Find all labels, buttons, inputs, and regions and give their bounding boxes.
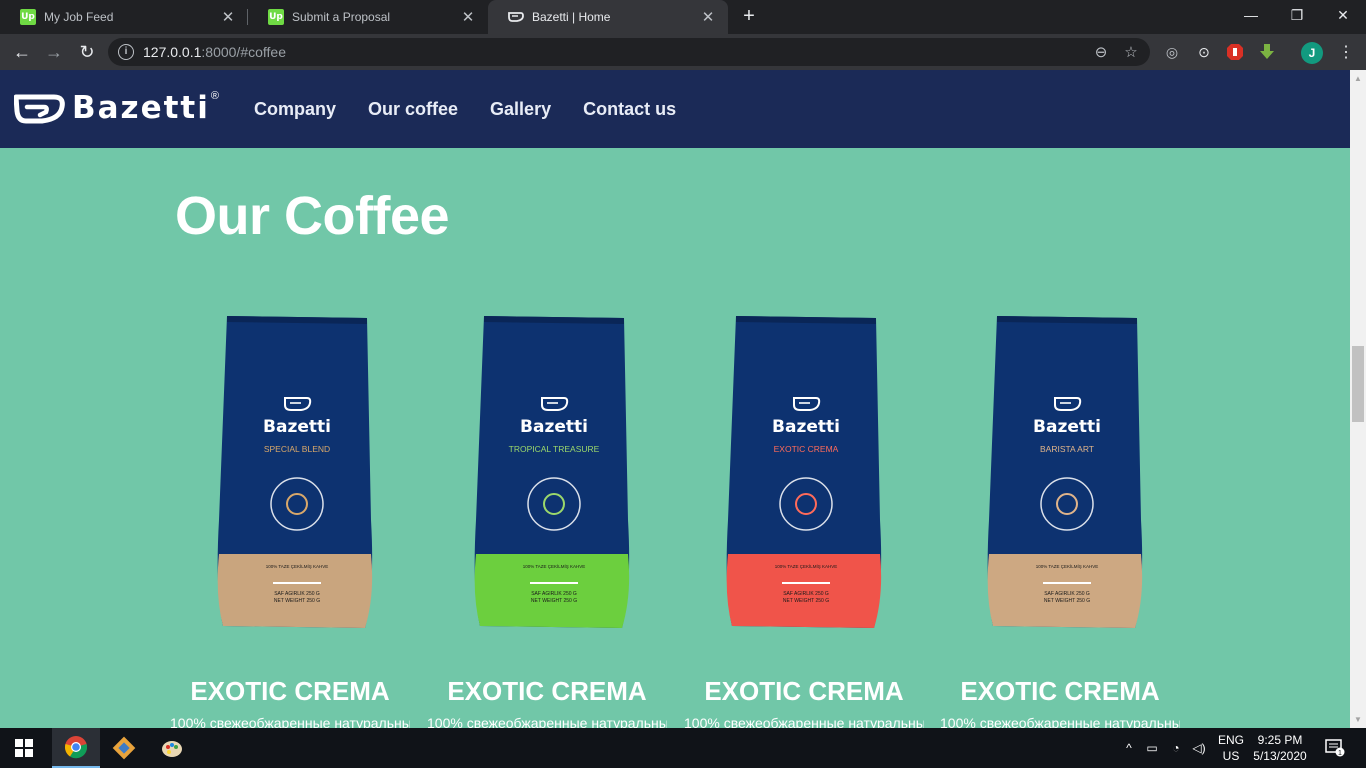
clock-time: 9:25 PM	[1257, 733, 1303, 747]
clock-date: 5/13/2020	[1253, 749, 1307, 763]
extension-link-icon[interactable]: ⊙	[1194, 43, 1214, 61]
svg-text:100% TAZE ÇEKİLMİŞ KAHVE: 100% TAZE ÇEKİLMİŞ KAHVE	[266, 563, 329, 569]
svg-text:100% TAZE ÇEKİLMİŞ KAHVE: 100% TAZE ÇEKİLMİŞ KAHVE	[1036, 563, 1099, 569]
taskbar-chrome[interactable]	[52, 728, 100, 768]
reload-icon[interactable]: ↻	[75, 40, 99, 64]
git-icon	[112, 736, 136, 760]
new-tab-button[interactable]: +	[737, 4, 761, 28]
close-tab-icon[interactable]: ✕	[220, 8, 236, 26]
tab-title: Bazetti | Home	[532, 10, 611, 24]
scrollbar-thumb[interactable]	[1352, 346, 1364, 422]
product-name: EXOTIC CREMA	[960, 676, 1160, 706]
svg-text:NET WEIGHT 250 G: NET WEIGHT 250 G	[783, 598, 829, 604]
svg-text:SPECIAL BLEND: SPECIAL BLEND	[264, 444, 330, 454]
scroll-up-icon[interactable]: ▲	[1350, 74, 1366, 83]
close-tab-icon[interactable]: ✕	[460, 8, 476, 26]
close-window-icon[interactable]: ✕	[1320, 0, 1366, 30]
bazetti-icon	[508, 12, 524, 22]
tab-my-job-feed[interactable]: Up My Job Feed ✕	[0, 0, 248, 34]
svg-text:Bazetti: Bazetti	[520, 417, 588, 437]
notifications-icon[interactable]: 1	[1320, 728, 1350, 768]
main-nav: Company Our coffee Gallery Contact us	[254, 99, 676, 120]
forward-icon[interactable]: →	[42, 40, 66, 64]
svg-text:SAF AGIRLIK 250 G: SAF AGIRLIK 250 G	[274, 591, 320, 597]
coffee-bag-image: Bazetti EXOTIC CREMA 100% TAZE ÇEKİLMİŞ KA…	[726, 316, 882, 628]
menu-icon[interactable]: ⋮	[1336, 42, 1356, 64]
back-icon[interactable]: ←	[10, 40, 34, 64]
coffee-bag-image: Bazetti SPECIAL BLEND 100% TAZE ÇEKİLMİŞ K…	[217, 316, 373, 628]
input-language[interactable]: ENG US	[1214, 732, 1248, 764]
tab-title: My Job Feed	[44, 10, 114, 24]
svg-text:SAF AGIRLIK 250 G: SAF AGIRLIK 250 G	[531, 591, 577, 597]
tab-submit-proposal[interactable]: Up Submit a Proposal ✕	[248, 0, 488, 34]
bazetti-logo-icon	[14, 94, 65, 124]
wifi-icon[interactable]: ◔	[1167, 728, 1185, 768]
windows-logo-icon	[15, 739, 33, 757]
svg-text:TROPICAL TREASURE: TROPICAL TREASURE	[509, 444, 600, 454]
paint-icon	[162, 741, 182, 757]
product-name: EXOTIC CREMA	[704, 676, 904, 706]
site-info-icon[interactable]: i	[118, 44, 134, 60]
close-tab-icon[interactable]: ✕	[700, 8, 716, 26]
windows-taskbar: ^ ▭ ◔ ◁) ENG US 9:25 PM 5/13/2020 1	[0, 728, 1366, 768]
svg-text:Bazetti: Bazetti	[1033, 417, 1101, 437]
registered-mark: ®	[210, 90, 219, 102]
tray-chevron-icon[interactable]: ^	[1120, 728, 1138, 768]
tab-strip: Up My Job Feed ✕ Up Submit a Proposal ✕ …	[0, 0, 1366, 34]
logo-text: Bazetti	[72, 90, 210, 126]
svg-text:EXOTIC CREMA: EXOTIC CREMA	[774, 444, 839, 454]
upwork-icon: Up	[20, 9, 36, 25]
product-description: 100% свежеобжаренные натуральные	[170, 715, 410, 728]
taskbar-paint[interactable]	[148, 728, 196, 768]
zoom-icon[interactable]: ⊖	[1090, 43, 1112, 61]
bookmark-star-icon[interactable]: ☆	[1120, 43, 1142, 61]
upwork-icon: Up	[268, 9, 284, 25]
system-clock[interactable]: 9:25 PM 5/13/2020	[1250, 732, 1310, 764]
nav-gallery[interactable]: Gallery	[490, 99, 551, 120]
extension-download-icon[interactable]	[1257, 43, 1277, 61]
profile-avatar[interactable]: J	[1301, 42, 1323, 64]
svg-text:100% TAZE ÇEKİLMİŞ KAHVE: 100% TAZE ÇEKİLMİŞ KAHVE	[775, 563, 838, 569]
product-name: EXOTIC CREMA	[190, 676, 390, 706]
restore-icon[interactable]: ❐	[1274, 0, 1320, 30]
start-button[interactable]	[0, 728, 48, 768]
product-name: EXOTIC CREMA	[447, 676, 647, 706]
page-scrollbar[interactable]: ▲ ▼	[1350, 70, 1366, 728]
chrome-icon	[64, 736, 88, 759]
url-text[interactable]: 127.0.0.1:8000/#coffee	[143, 44, 1090, 60]
scroll-down-icon[interactable]: ▼	[1350, 715, 1366, 724]
nav-our-coffee[interactable]: Our coffee	[368, 99, 458, 120]
extension-glasses-icon[interactable]: ◎	[1162, 43, 1182, 61]
coffee-bag-image: Bazetti BARISTA ART 100% TAZE ÇEKİLMİŞ KAH…	[987, 316, 1143, 628]
product-description: 100% свежеобжаренные натуральные	[940, 715, 1180, 728]
nav-company[interactable]: Company	[254, 99, 336, 120]
nav-contact-us[interactable]: Contact us	[583, 99, 676, 120]
svg-text:1: 1	[1338, 750, 1342, 757]
svg-text:Bazetti: Bazetti	[263, 417, 331, 437]
coffee-bag-image: Bazetti TROPICAL TREASURE 100% TAZE ÇEKİLM…	[474, 316, 630, 628]
svg-text:Bazetti: Bazetti	[772, 417, 840, 437]
svg-text:100% TAZE ÇEKİLMİŞ KAHVE: 100% TAZE ÇEKİLMİŞ KAHVE	[523, 563, 586, 569]
browser-toolbar: ← → ↻ i 127.0.0.1:8000/#coffee ⊖ ☆ ◎ ⊙	[0, 34, 1366, 70]
svg-text:SAF AGIRLIK 250 G: SAF AGIRLIK 250 G	[783, 591, 829, 597]
svg-text:NET WEIGHT 250 G: NET WEIGHT 250 G	[274, 598, 320, 604]
site-header: Bazetti ® Company Our coffee Gallery Con…	[0, 70, 1350, 148]
product-description: 100% свежеобжаренные натуральные	[684, 715, 924, 728]
tab-title: Submit a Proposal	[292, 10, 391, 24]
svg-text:BARISTA ART: BARISTA ART	[1040, 444, 1094, 454]
extension-stop-icon[interactable]	[1225, 43, 1245, 61]
address-bar[interactable]: i 127.0.0.1:8000/#coffee ⊖ ☆	[108, 38, 1150, 66]
taskbar-git[interactable]	[100, 728, 148, 768]
svg-text:NET WEIGHT 250 G: NET WEIGHT 250 G	[1044, 598, 1090, 604]
page-viewport: Bazetti ® Company Our coffee Gallery Con…	[0, 70, 1350, 728]
site-logo[interactable]: Bazetti ®	[14, 90, 219, 126]
minimize-icon[interactable]: —	[1228, 0, 1274, 30]
svg-text:NET WEIGHT 250 G: NET WEIGHT 250 G	[531, 598, 577, 604]
volume-icon[interactable]: ◁)	[1190, 728, 1208, 768]
svg-text:SAF AGIRLIK 250 G: SAF AGIRLIK 250 G	[1044, 591, 1090, 597]
battery-icon[interactable]: ▭	[1143, 728, 1161, 768]
tab-bazetti-home[interactable]: Bazetti | Home ✕	[488, 0, 728, 34]
section-title: Our Coffee	[175, 186, 450, 246]
product-description: 100% свежеобжаренные натуральные	[427, 715, 667, 728]
